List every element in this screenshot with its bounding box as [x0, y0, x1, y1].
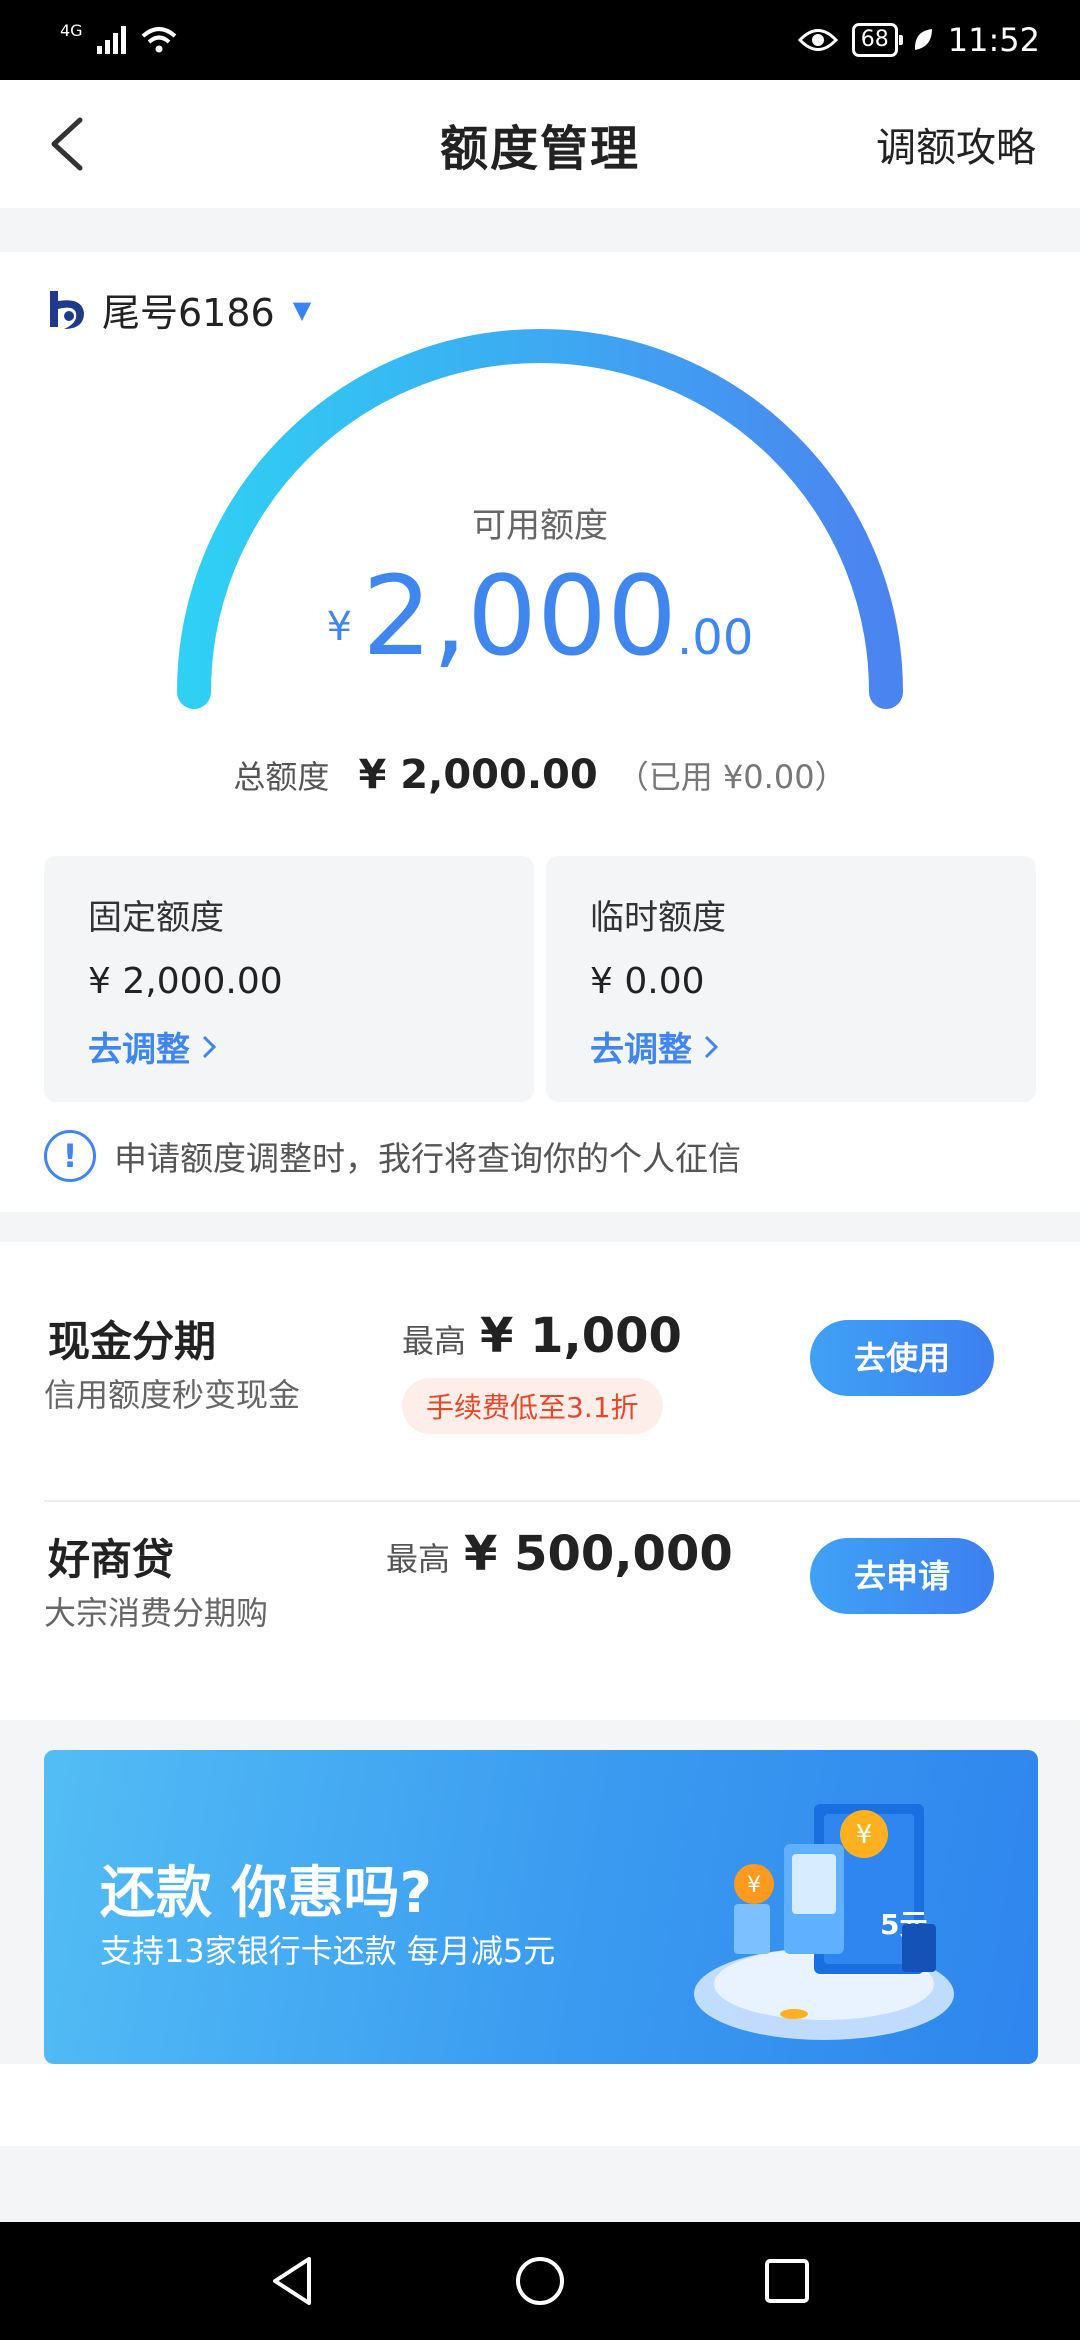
coupon-illustration-icon: ¥ ¥ 5元 [694, 1804, 954, 2040]
used-amount: （已用 ¥0.00） [616, 758, 847, 796]
product-cash-installment: 现金分期 信用额度秒变现金 最高 ¥ 1,000 手续费低至3.1折 去使用 [0, 1308, 1080, 1526]
total-limit-label: 总额度 [233, 758, 330, 796]
chevron-right-icon [202, 1035, 217, 1058]
svg-text:¥: ¥ [747, 1873, 761, 1898]
top-nav-bar: 额度管理 调额攻略 [0, 80, 1080, 208]
apply-button[interactable]: 去申请 [810, 1538, 994, 1614]
product-desc: 大宗消费分期购 [44, 1594, 269, 1632]
status-right: 68 11:52 [797, 21, 1040, 59]
system-nav-bar [0, 2222, 1080, 2340]
max-value: ¥ 500,000 [464, 1526, 733, 1582]
product-merchant-loan: 好商贷 大宗消费分期购 最高 ¥ 500,000 去申请 [0, 1526, 1080, 1744]
status-left: 4G [60, 21, 177, 54]
currency-symbol: ¥ [326, 604, 353, 650]
status-bar: 4G 68 11:52 [0, 0, 1080, 80]
product-name: 现金分期 [48, 1317, 217, 1366]
wifi-icon [141, 27, 176, 53]
home-circle-icon[interactable] [510, 2251, 570, 2311]
max-label: 最高 [402, 1322, 467, 1360]
recents-square-icon[interactable] [757, 2251, 817, 2311]
product-name: 好商贷 [48, 1535, 175, 1584]
total-limit-value: ¥ 2,000.00 [358, 752, 598, 798]
fixed-limit-box: 固定额度 ¥ 2,000.00 去调整 [44, 856, 534, 1102]
total-limit-row: 总额度 ¥ 2,000.00 （已用 ¥0.00） [0, 752, 1080, 798]
temporary-limit-value: ¥ 0.00 [590, 961, 705, 1002]
max-value: ¥ 1,000 [480, 1308, 682, 1364]
credit-limit-card: 尾号6186 ▼ 可用额度 ¥2,000.00 总额度 ¥ 2,000.00 （… [0, 252, 1080, 1212]
divider [44, 1500, 1080, 1502]
max-label: 最高 [386, 1540, 451, 1578]
loan-products-section: 现金分期 信用额度秒变现金 最高 ¥ 1,000 手续费低至3.1折 去使用 好… [0, 1242, 1080, 1720]
leaf-icon [914, 29, 932, 50]
fixed-limit-value: ¥ 2,000.00 [88, 961, 283, 1002]
network-type: 4G [60, 20, 83, 40]
available-limit-amount: ¥2,000.00 [0, 552, 1080, 680]
use-button[interactable]: 去使用 [810, 1320, 994, 1396]
amount-decimal: .00 [677, 610, 754, 666]
available-limit-label: 可用额度 [472, 506, 608, 546]
fee-discount-tag: 手续费低至3.1折 [402, 1378, 663, 1434]
eye-icon [797, 29, 838, 51]
temporary-limit-box: 临时额度 ¥ 0.00 去调整 [546, 856, 1036, 1102]
info-icon: ! [44, 1130, 96, 1182]
back-triangle-icon[interactable] [263, 2251, 323, 2311]
fixed-limit-title: 固定额度 [88, 898, 224, 938]
adjust-temporary-link[interactable]: 去调整 [590, 1022, 992, 1071]
repayment-promo-banner[interactable]: 还款 你惠吗? 支持13家银行卡还款 每月减5元 ¥ ¥ 5元 [44, 1750, 1038, 2064]
chevron-right-icon [704, 1035, 719, 1058]
banner-subtitle: 支持13家银行卡还款 每月减5元 [100, 1932, 556, 1970]
temporary-limit-title: 临时额度 [590, 898, 726, 938]
clock: 11:52 [947, 21, 1040, 59]
page-title: 额度管理 [439, 121, 640, 177]
battery-indicator: 68 [851, 23, 903, 57]
product-desc: 信用额度秒变现金 [44, 1376, 301, 1414]
amount-integer: 2,000 [362, 552, 678, 680]
adjust-temporary-label: 去调整 [590, 1030, 692, 1070]
back-arrow-icon[interactable] [42, 114, 102, 174]
product-max-amount: 最高 ¥ 500,000 [386, 1526, 733, 1582]
adjust-fixed-label: 去调整 [88, 1030, 190, 1070]
page-bottom-spacer [0, 2064, 1080, 2146]
signal-icon [96, 26, 126, 54]
adjust-guide-link[interactable]: 调额攻略 [876, 115, 1036, 173]
credit-check-notice: ! 申请额度调整时，我行将查询你的个人征信 [44, 1130, 741, 1182]
product-max-amount: 最高 ¥ 1,000 [402, 1308, 682, 1364]
svg-text:¥: ¥ [856, 1820, 873, 1850]
banner-title: 还款 你惠吗? [100, 1861, 432, 1926]
bank-logo-icon [50, 290, 84, 329]
notice-text: 申请额度调整时，我行将查询你的个人征信 [114, 1139, 741, 1178]
adjust-fixed-link[interactable]: 去调整 [88, 1022, 490, 1071]
